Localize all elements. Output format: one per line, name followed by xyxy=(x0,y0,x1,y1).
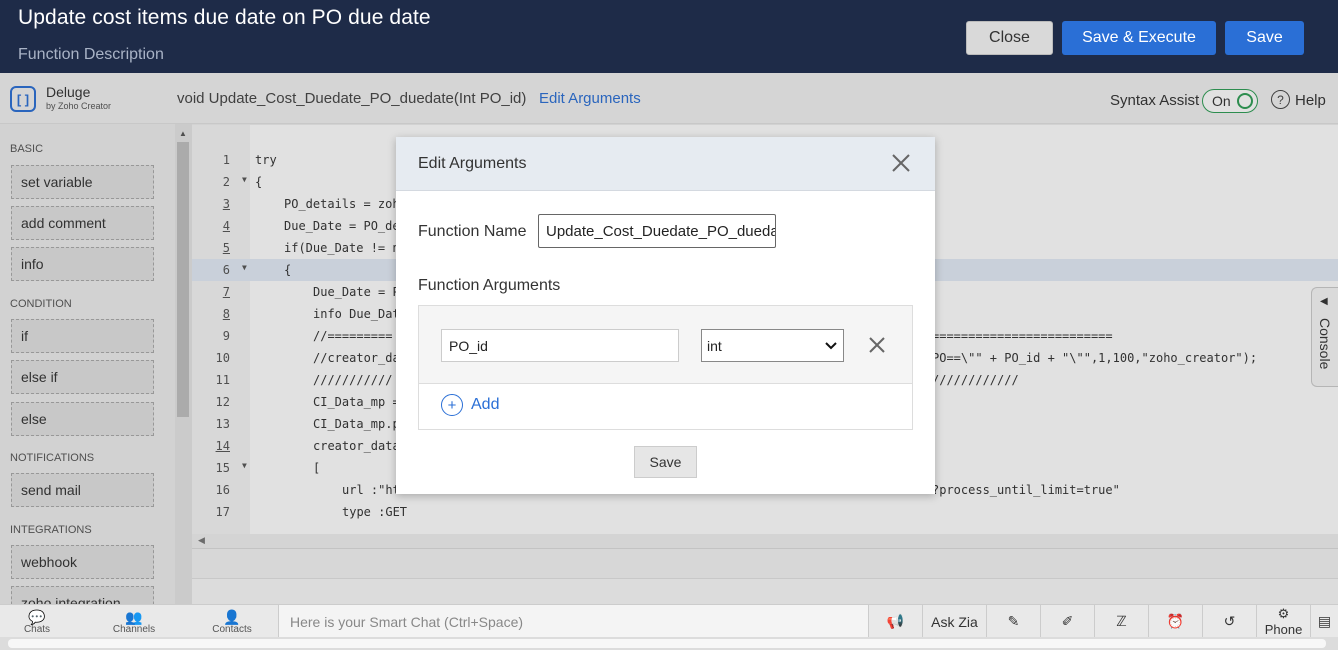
ask-zia-button[interactable]: Ask Zia xyxy=(922,605,986,638)
announcement-icon[interactable]: 📢 xyxy=(868,605,922,638)
tab-contacts[interactable]: 👤 Contacts xyxy=(212,609,252,635)
close-button[interactable]: Close xyxy=(966,21,1053,55)
argument-row: int xyxy=(419,306,912,384)
dialog-title: Edit Arguments xyxy=(418,155,527,172)
gear-icon: ⚙ xyxy=(1277,606,1290,621)
function-title[interactable]: Update cost items due date on PO due dat… xyxy=(18,6,431,30)
chevron-down-icon xyxy=(825,341,837,349)
status-icon[interactable]: ✎ xyxy=(986,605,1040,638)
function-name-label: Function Name xyxy=(418,223,527,240)
phone-label: Phone xyxy=(1264,622,1303,637)
history-icon[interactable]: ↺ xyxy=(1202,605,1256,638)
argument-type-value: int xyxy=(707,337,722,354)
page-horizontal-scrollbar[interactable] xyxy=(0,637,1338,650)
add-argument-button[interactable]: + Add xyxy=(441,394,499,416)
dialog-save-button[interactable]: Save xyxy=(634,446,697,478)
save-execute-button[interactable]: Save & Execute xyxy=(1062,21,1216,55)
reminder-icon[interactable]: ⏰ xyxy=(1148,605,1202,638)
tab-channels[interactable]: 👥 Channels xyxy=(112,609,156,635)
dialog-header: Edit Arguments xyxy=(396,137,935,191)
remove-argument-icon[interactable] xyxy=(867,335,887,355)
arguments-list: int + Add xyxy=(418,305,913,430)
tab-chats[interactable]: 💬 Chats xyxy=(22,609,52,635)
channels-icon: 👥 xyxy=(125,609,143,625)
deluge-function-editor: Update cost items due date on PO due dat… xyxy=(0,0,1338,650)
argument-name-input[interactable] xyxy=(441,329,679,362)
zia-icon[interactable]: ℤ xyxy=(1094,605,1148,638)
edit-arguments-dialog: Edit Arguments Function Name Function Ar… xyxy=(396,137,935,494)
smart-chat-input[interactable]: Here is your Smart Chat (Ctrl+Space) xyxy=(278,605,868,638)
tab-chats-label: Chats xyxy=(23,624,51,635)
function-arguments-label: Function Arguments xyxy=(418,277,561,294)
tab-channels-label: Channels xyxy=(112,624,156,635)
page-scroll-thumb[interactable] xyxy=(8,639,1326,648)
save-button[interactable]: Save xyxy=(1225,21,1304,55)
tab-contacts-label: Contacts xyxy=(212,624,252,635)
contacts-icon: 👤 xyxy=(223,609,241,625)
notes-icon[interactable]: ✐ xyxy=(1040,605,1094,638)
function-name-input[interactable] xyxy=(538,214,776,248)
more-icon[interactable]: ▤ xyxy=(1310,605,1338,638)
function-description[interactable]: Function Description xyxy=(18,46,164,64)
argument-type-select[interactable]: int xyxy=(701,329,844,362)
cliq-bottom-bar: 💬 Chats 👥 Channels 👤 Contacts Here is yo… xyxy=(0,604,1338,638)
plus-icon: + xyxy=(441,394,463,416)
add-argument-label: Add xyxy=(471,396,500,413)
chat-icon: 💬 xyxy=(28,609,46,625)
phone-button[interactable]: ⚙ Phone xyxy=(1256,605,1310,638)
close-icon[interactable] xyxy=(889,151,913,175)
function-header: Update cost items due date on PO due dat… xyxy=(0,0,1338,73)
